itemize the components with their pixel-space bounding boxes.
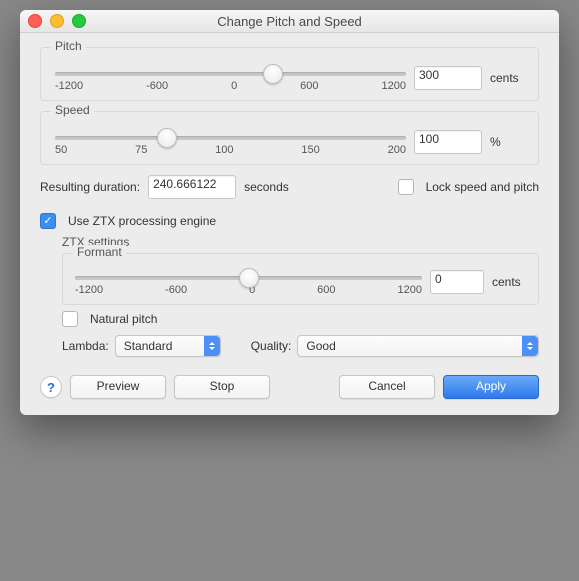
formant-group: Formant -1200 -600 0 600 1200 [62, 253, 539, 305]
speed-slider-thumb[interactable] [157, 128, 177, 148]
pitch-slider[interactable] [55, 72, 406, 76]
lambda-label: Lambda: [62, 339, 109, 353]
pitch-unit: cents [490, 71, 524, 85]
speed-ticks: 50 75 100 150 200 [55, 144, 406, 156]
formant-slider-thumb[interactable] [239, 268, 259, 288]
natural-pitch-checkbox[interactable] [62, 311, 78, 327]
speed-value-input[interactable]: 100 [414, 130, 482, 154]
natural-pitch-label: Natural pitch [90, 312, 157, 326]
chevron-updown-icon [522, 336, 538, 356]
pitch-ticks: -1200 -600 0 600 1200 [55, 80, 406, 92]
quality-select[interactable]: Good [297, 335, 539, 357]
formant-slider[interactable] [75, 276, 422, 280]
speed-slider[interactable] [55, 136, 406, 140]
duration-label: Resulting duration: [40, 180, 140, 194]
ztx-settings-label: ZTX settings [62, 235, 539, 249]
chevron-updown-icon [204, 336, 220, 356]
pitch-group: Pitch -1200 -600 0 600 1200 300 cents [40, 47, 539, 101]
speed-label: Speed [51, 103, 94, 117]
window-title: Change Pitch and Speed [20, 14, 559, 29]
lock-label: Lock speed and pitch [426, 180, 539, 194]
ztx-label: Use ZTX processing engine [68, 214, 216, 228]
pitch-slider-thumb[interactable] [263, 64, 283, 84]
speed-group: Speed 50 75 100 150 200 100 % [40, 111, 539, 165]
duration-value-input[interactable]: 240.666122 [148, 175, 236, 199]
formant-label: Formant [73, 245, 126, 259]
formant-value-input[interactable]: 0 [430, 270, 484, 294]
duration-unit: seconds [244, 180, 289, 194]
quality-label: Quality: [251, 339, 292, 353]
apply-button[interactable]: Apply [443, 375, 539, 399]
titlebar: Change Pitch and Speed [20, 10, 559, 33]
dialog-window: Change Pitch and Speed Pitch -1200 -600 … [20, 10, 559, 415]
pitch-label: Pitch [51, 39, 86, 53]
cancel-button[interactable]: Cancel [339, 375, 435, 399]
speed-unit: % [490, 135, 524, 149]
lock-checkbox[interactable] [398, 179, 414, 195]
pitch-value-input[interactable]: 300 [414, 66, 482, 90]
lambda-select[interactable]: Standard [115, 335, 221, 357]
formant-unit: cents [492, 275, 526, 289]
preview-button[interactable]: Preview [70, 375, 166, 399]
stop-button[interactable]: Stop [174, 375, 270, 399]
help-button[interactable]: ? [40, 376, 62, 398]
ztx-checkbox[interactable] [40, 213, 56, 229]
